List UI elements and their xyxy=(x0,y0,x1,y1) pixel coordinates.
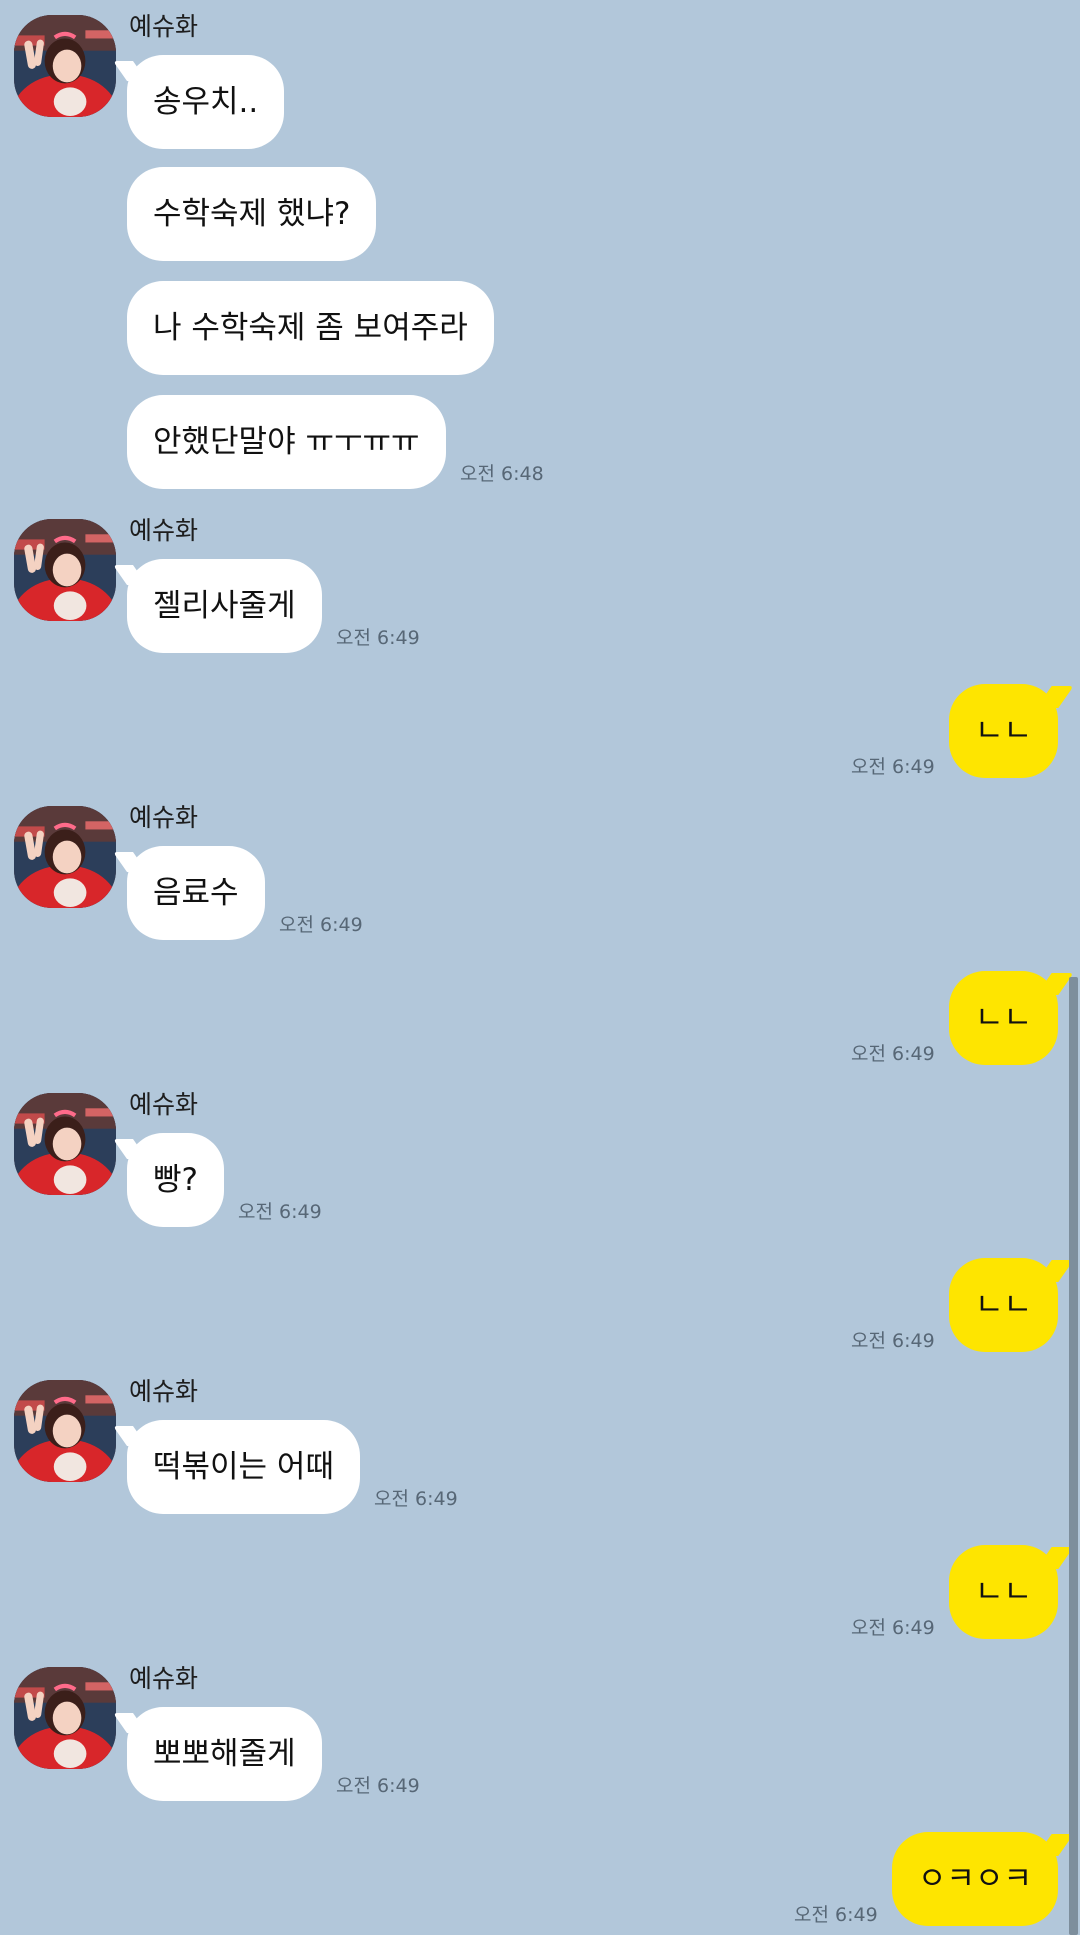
incoming-message-bubble[interactable]: 수학숙제 했냐? xyxy=(127,167,377,261)
sender-name: 예슈화 xyxy=(129,516,199,545)
avatar[interactable] xyxy=(14,1093,116,1195)
avatar[interactable] xyxy=(14,15,116,117)
incoming-message-bubble[interactable]: 나 수학숙제 좀 보여주라 xyxy=(127,281,494,375)
outgoing-message-bubble[interactable]: ㄴㄴ xyxy=(948,684,1058,778)
incoming-message-bubble[interactable]: 빵? xyxy=(127,1133,224,1227)
message-timestamp: 오전 6:49 xyxy=(851,756,935,778)
incoming-message-bubble[interactable]: 뽀뽀해줄게 xyxy=(127,1707,322,1801)
sender-name: 예슈화 xyxy=(129,1377,199,1406)
avatar[interactable] xyxy=(14,806,116,908)
incoming-message-bubble[interactable]: 떡볶이는 어때 xyxy=(127,1420,360,1514)
message-timestamp: 오전 6:49 xyxy=(851,1330,935,1352)
chat-message-list[interactable]: 예슈화 송우치.. 수학숙제 했냐? 나 수학숙제 좀 보여주라 안했단말야 ㅠㅜㅠㅠ 오… xyxy=(0,0,1080,1935)
outgoing-message-bubble[interactable]: ㅇㅋㅇㅋ xyxy=(891,1832,1058,1926)
message-timestamp: 오전 6:49 xyxy=(336,1775,420,1797)
incoming-message-bubble[interactable]: 젤리사줄게 xyxy=(127,559,322,653)
avatar[interactable] xyxy=(14,1380,116,1482)
incoming-message-bubble[interactable]: 음료수 xyxy=(127,846,265,940)
incoming-message-bubble[interactable]: 송우치.. xyxy=(127,55,285,149)
message-timestamp: 오전 6:49 xyxy=(794,1904,878,1926)
message-timestamp: 오전 6:49 xyxy=(851,1617,935,1639)
incoming-message-bubble[interactable]: 안했단말야 ㅠㅜㅠㅠ xyxy=(127,395,446,489)
message-timestamp: 오전 6:49 xyxy=(336,627,420,649)
sender-name: 예슈화 xyxy=(129,803,199,832)
scrollbar[interactable] xyxy=(1069,977,1078,1935)
message-timestamp: 오전 6:49 xyxy=(374,1488,458,1510)
message-timestamp: 오전 6:48 xyxy=(460,463,544,485)
avatar[interactable] xyxy=(14,519,116,621)
sender-name: 예슈화 xyxy=(129,1664,199,1693)
message-timestamp: 오전 6:49 xyxy=(238,1201,322,1223)
outgoing-message-bubble[interactable]: ㄴㄴ xyxy=(948,971,1058,1065)
outgoing-message-bubble[interactable]: ㄴㄴ xyxy=(948,1545,1058,1639)
outgoing-message-bubble[interactable]: ㄴㄴ xyxy=(948,1258,1058,1352)
sender-name: 예슈화 xyxy=(129,12,199,41)
message-timestamp: 오전 6:49 xyxy=(851,1043,935,1065)
sender-name: 예슈화 xyxy=(129,1090,199,1119)
avatar[interactable] xyxy=(14,1667,116,1769)
message-timestamp: 오전 6:49 xyxy=(279,914,363,936)
